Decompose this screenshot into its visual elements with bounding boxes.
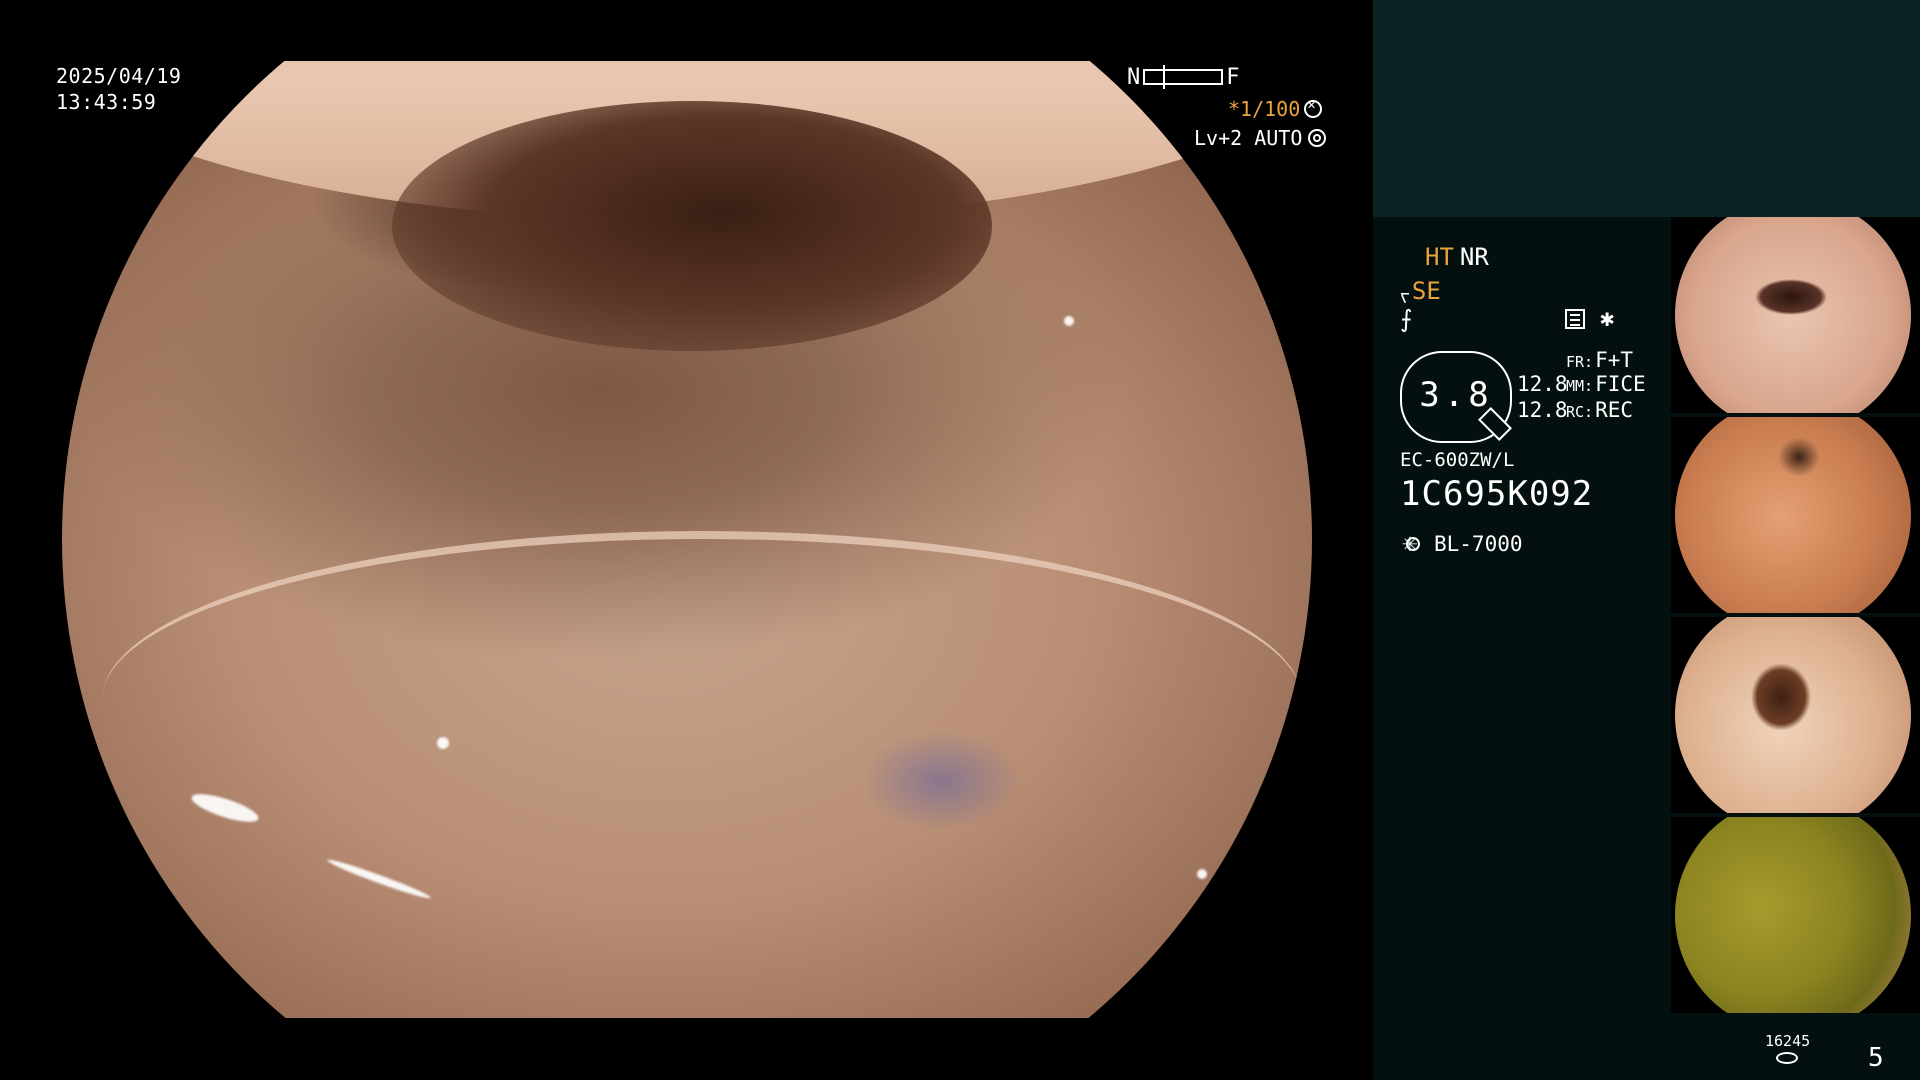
thumbnail-image — [1675, 217, 1911, 413]
rc-value: REC — [1595, 398, 1634, 422]
storage-counter: 16245 — [1765, 1032, 1811, 1050]
specular-highlight — [437, 737, 449, 749]
sun-icon — [1400, 528, 1426, 558]
endoscope-image — [62, 61, 1312, 1018]
thumbnail-image — [1675, 417, 1911, 613]
image-modes: HT NR — [1425, 243, 1489, 271]
endoscope-screen: 2025/04/19 13:43:59 N F *1/100 Lv+2 AUTO… — [0, 0, 1920, 1080]
zoom-dial: 3.8 — [1400, 351, 1512, 443]
disk-icon — [1776, 1052, 1798, 1064]
setting-value-b: 12.8 — [1517, 398, 1568, 422]
near-label: N — [1127, 64, 1141, 90]
se-label: SE — [1411, 276, 1441, 305]
thumbnail-image — [1675, 617, 1911, 813]
freeze-icon: ⨍ — [1400, 305, 1413, 333]
fr-key: FR: — [1566, 353, 1594, 371]
light-source-label: BL-7000 — [1434, 532, 1523, 556]
level-icon — [1308, 129, 1327, 147]
asterisk-icon: ✱ — [1600, 304, 1615, 332]
level-value: Lv+2 AUTO — [1194, 126, 1303, 150]
captured-image-thumbnail[interactable] — [1671, 817, 1920, 1013]
exam-time: 13:43:59 — [56, 90, 157, 114]
exam-date: 2025/04/19 — [56, 64, 182, 88]
lumen-shadow — [392, 101, 992, 351]
scope-model: EC-600ZW/L — [1400, 449, 1515, 471]
mm-key: MM: — [1566, 377, 1594, 395]
menu-icon — [1565, 309, 1585, 329]
captured-image-thumbnail[interactable] — [1671, 417, 1920, 613]
fr-setting: FR:F+T — [1566, 348, 1633, 372]
endoscope-live-view: 2025/04/19 13:43:59 N F *1/100 Lv+2 AUTO — [0, 0, 1373, 1080]
mucosal-fold-edge — [102, 531, 1302, 869]
specular-highlight — [325, 856, 433, 902]
mm-setting: MM:FICE — [1566, 372, 1646, 396]
rc-key: RC: — [1566, 403, 1594, 421]
captured-image-thumbnail[interactable] — [1671, 617, 1920, 813]
zoom-value: 3.8 — [1419, 375, 1493, 415]
captured-image-thumbnail[interactable] — [1671, 217, 1920, 413]
patient-info-block — [1373, 0, 1920, 217]
nr-mode: NR — [1459, 243, 1489, 271]
shutter-value: *1/100 — [1228, 97, 1301, 121]
specular-highlight — [1197, 869, 1207, 879]
enhance-icon: ᠵ — [1400, 283, 1410, 307]
shutter-speed: *1/100 — [1228, 97, 1323, 121]
brightness-level: Lv+2 AUTO — [1194, 126, 1327, 150]
setting-value-a: 12.8 — [1517, 372, 1568, 396]
thumbnail-image — [1675, 817, 1911, 1013]
page-number: 5 — [1868, 1043, 1884, 1073]
far-label: F — [1226, 64, 1240, 90]
fr-value: F+T — [1595, 348, 1634, 372]
light-source: BL-7000 — [1400, 528, 1523, 558]
scope-serial: 1C695K092 — [1400, 474, 1594, 514]
near-far-bar — [1143, 65, 1224, 89]
se-mode: ᠵ SE — [1400, 273, 1441, 308]
ht-mode: HT — [1425, 243, 1454, 271]
rc-setting: RC:REC — [1566, 398, 1633, 422]
near-far-scale: N F — [1127, 63, 1240, 91]
mm-value: FICE — [1595, 372, 1646, 396]
shutter-icon — [1304, 97, 1323, 118]
specular-highlight — [1064, 316, 1074, 326]
